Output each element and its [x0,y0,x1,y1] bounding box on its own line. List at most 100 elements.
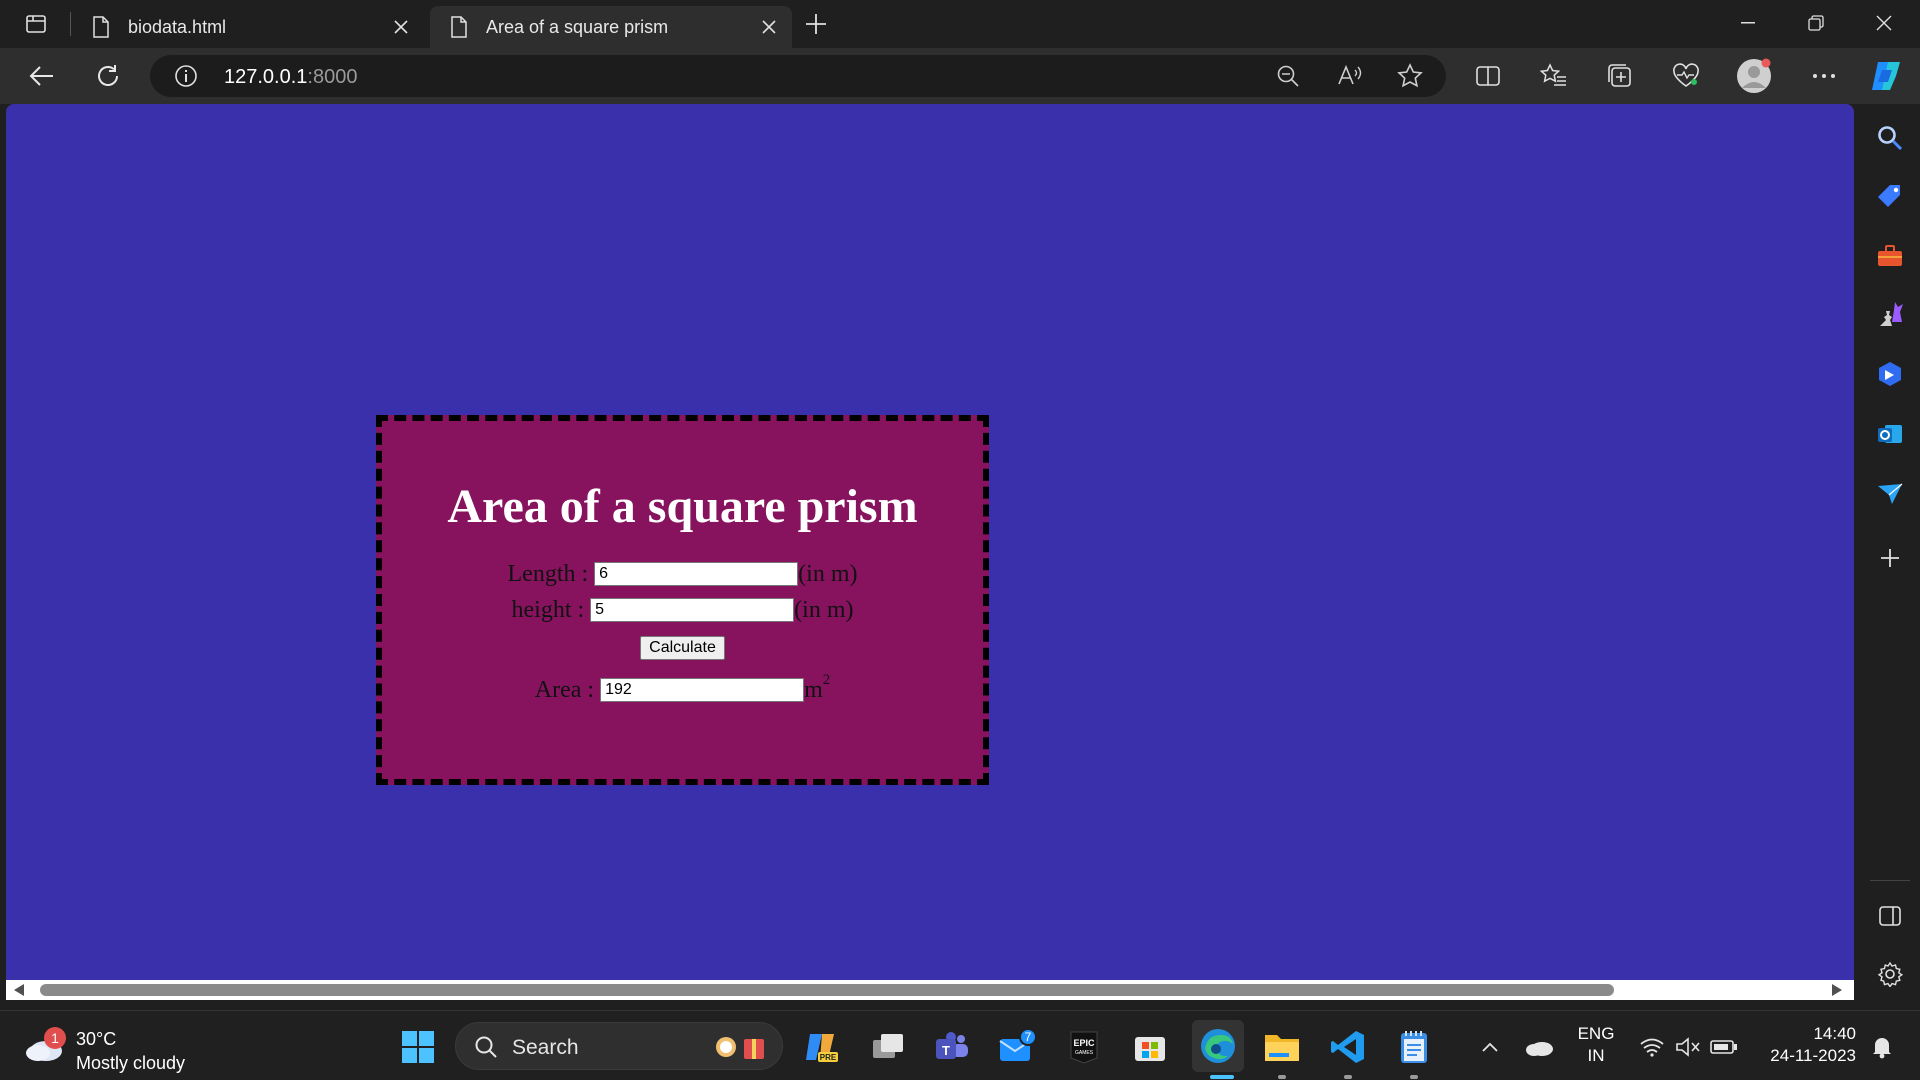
weather-condition: Mostly cloudy [76,1053,186,1073]
file-explorer-icon[interactable] [1260,1025,1304,1069]
profile-avatar[interactable] [1734,56,1774,96]
read-aloud-icon[interactable] [1334,60,1366,92]
area-label: Area : [534,676,595,703]
sidebar-add-icon[interactable] [1872,540,1908,576]
zoom-out-icon[interactable] [1272,60,1304,92]
calculate-button[interactable]: Calculate [640,636,725,660]
time: 14:40 [1813,1024,1856,1043]
area-unit: m [804,676,823,703]
horizontal-scrollbar[interactable] [6,980,1854,1000]
site-info-icon[interactable] [174,64,198,88]
language-code: ENG [1577,1024,1615,1043]
document-icon [90,16,112,38]
sidebar-tools-icon[interactable] [1872,238,1908,274]
document-icon [448,16,470,38]
battery-icon[interactable] [1702,1025,1746,1069]
tab-biodata[interactable]: biodata.html [72,6,424,48]
close-tab-icon[interactable] [752,10,786,44]
start-windows-icon[interactable] [396,1025,440,1069]
mail-icon[interactable]: 7 [996,1025,1040,1069]
calculator-card: Area of a square prism Length : (in m) h… [376,415,989,785]
close-window-button[interactable] [1850,0,1918,46]
url-port: :8000 [307,66,358,88]
collections-icon[interactable] [1600,56,1640,96]
search-highlight-icon [714,1031,770,1066]
tab-strip: biodata.html Area of a square prism [0,0,1920,48]
tab-separator [70,12,71,36]
vscode-icon[interactable] [1326,1025,1370,1069]
browser-essentials-icon[interactable] [1666,56,1706,96]
height-label: height : [511,596,585,623]
tab-actions-icon[interactable] [14,10,58,38]
temperature: 30°C [76,1029,117,1049]
svg-text:EPIC: EPIC [1073,1038,1095,1048]
split-screen-icon[interactable] [1468,56,1508,96]
settings-gear-icon[interactable] [1872,956,1908,992]
running-indicator [1410,1075,1418,1079]
back-button[interactable] [22,56,62,96]
sidebar-outlook-icon[interactable] [1872,416,1908,452]
new-tab-button[interactable] [796,8,836,40]
tab-title: Area of a square prism [486,16,669,37]
area-row: Area : m2 [382,672,983,708]
system-clock[interactable]: 14:40 24-11-2023 [1756,1023,1856,1067]
edge-browser-icon[interactable] [1192,1020,1244,1072]
task-view-icon[interactable] [866,1025,910,1069]
minimize-button[interactable] [1714,0,1782,46]
windows-taskbar: 1 30°C Mostly cloudy Search PRE T 7 EPIC… [0,1010,1920,1080]
length-label: Length : [507,560,589,587]
more-options-icon[interactable] [1804,56,1844,96]
url-text[interactable]: 127.0.0.1:8000 [224,66,357,89]
show-hidden-icons-chevron-icon[interactable] [1468,1025,1512,1069]
region-code: IN [1587,1046,1605,1065]
scroll-right-arrow-icon[interactable] [1832,984,1842,996]
active-app-indicator [1210,1075,1234,1079]
svg-text:PRE: PRE [820,1053,837,1062]
url-host: 127.0.0.1 [224,66,308,88]
date: 24-11-2023 [1770,1046,1856,1065]
height-unit: (in m) [794,596,854,623]
sidebar-games-icon[interactable] [1872,296,1908,332]
notification-bell-icon[interactable] [1860,1025,1904,1069]
mail-badge: 7 [1025,1030,1032,1044]
area-output[interactable] [600,678,805,702]
length-row: Length : (in m) [382,556,983,592]
area-unit-exponent: 2 [822,671,831,688]
sidebar-search-icon[interactable] [1872,120,1908,156]
hide-sidebar-icon[interactable] [1872,898,1908,934]
sidebar-drop-icon[interactable] [1872,476,1908,512]
length-input[interactable] [594,562,799,586]
close-tab-icon[interactable] [384,10,418,44]
onedrive-cloud-icon[interactable] [1518,1025,1562,1069]
svg-text:T: T [942,1043,950,1058]
scrollbar-thumb[interactable] [40,984,1614,996]
restore-button[interactable] [1782,0,1850,46]
taskbar-search[interactable]: Search [455,1022,783,1070]
input-language[interactable]: ENG IN [1576,1023,1616,1067]
refresh-button[interactable] [88,56,128,96]
epic-games-icon[interactable]: EPIC GAMES [1062,1025,1106,1069]
scroll-left-arrow-icon[interactable] [14,984,24,996]
tab-area-of-square-prism[interactable]: Area of a square prism [430,6,792,48]
tab-title: biodata.html [128,16,227,37]
sidebar-shopping-icon[interactable] [1872,178,1908,214]
notepad-icon[interactable] [1392,1025,1436,1069]
favorite-star-icon[interactable] [1394,60,1426,92]
address-bar[interactable]: 127.0.0.1:8000 [150,55,1446,97]
height-input[interactable] [590,598,795,622]
weather-badge: 1 [44,1027,66,1049]
copilot-icon[interactable] [1866,56,1906,96]
search-label: Search [512,1036,579,1059]
teams-icon[interactable]: T [930,1025,974,1069]
window-bottom-edge [0,1000,1860,1010]
weather-widget[interactable]: 1 30°C Mostly cloudy [24,1021,204,1073]
running-indicator [1344,1075,1352,1079]
page-viewport: Area of a square prism Length : (in m) h… [6,104,1854,980]
copilot-preview-icon[interactable]: PRE [800,1025,844,1069]
edge-sidebar [1860,104,1920,1010]
microsoft-store-icon[interactable] [1128,1025,1172,1069]
length-unit: (in m) [798,560,858,587]
sidebar-copilot-icon[interactable] [1872,356,1908,392]
height-row: height : (in m) [382,592,983,628]
favorites-icon[interactable] [1534,56,1574,96]
